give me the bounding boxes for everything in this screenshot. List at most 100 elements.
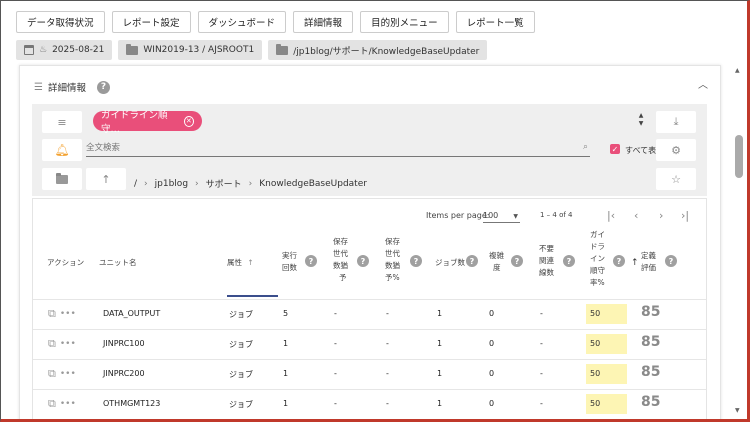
settings-button[interactable]: ⚙ — [656, 139, 696, 161]
col-complexity-header[interactable]: 複雑 度 — [489, 250, 504, 274]
help-icon[interactable]: ? — [511, 255, 523, 267]
help-icon[interactable]: ? — [357, 255, 369, 267]
more-icon[interactable]: ••• — [60, 339, 76, 349]
nav-report-list-button[interactable]: レポート一覧 — [455, 11, 535, 33]
table-row[interactable]: ⧉ ••• JINPRC200 ジョブ 1 - - 1 0 - 50 85 — [33, 359, 706, 389]
more-icon[interactable]: ••• — [60, 369, 76, 379]
col-guideline-header[interactable]: ガイ ドラ イン 順守 率% — [590, 229, 605, 289]
folder-button[interactable] — [42, 168, 82, 190]
cell-complexity: 0 — [489, 369, 495, 378]
col-score-label: 評価 — [641, 263, 656, 272]
col-runs-header[interactable]: 実行 回数 — [282, 250, 297, 274]
page-scrollbar[interactable]: ▲ ▼ — [735, 67, 743, 419]
show-all-checkbox[interactable]: ✓ — [610, 144, 620, 154]
panel-title: 詳細情報 — [47, 83, 86, 94]
help-icon[interactable]: ? — [305, 255, 317, 267]
sort-arrow-icon[interactable]: ↑ — [631, 257, 639, 269]
nav-data-status-button[interactable]: データ取得状況 — [16, 11, 105, 33]
breadcrumb-item[interactable]: サポート — [206, 177, 242, 190]
more-icon[interactable]: ••• — [60, 309, 76, 319]
table-row[interactable]: ⧉ ••• DATA_OUTPUT ジョブ 5 - - 1 0 - 50 85 — [33, 299, 706, 329]
up-button[interactable]: ↑ — [86, 168, 126, 190]
row-actions: ⧉ ••• — [48, 307, 76, 321]
col-jobs-header[interactable]: ジョブ数 — [435, 257, 465, 269]
host-chip-label: WIN2019-13 / AJSROOT1 — [143, 45, 255, 55]
nav-purpose-menu-button[interactable]: 目的別メニュー — [360, 11, 449, 33]
cell-jobs: 1 — [437, 369, 443, 378]
scrollbar-thumb[interactable] — [735, 135, 743, 178]
open-external-icon[interactable]: ⧉ — [48, 367, 56, 381]
col-gens-pct-label: 数猶 — [385, 261, 400, 270]
col-complexity-label: 度 — [493, 263, 501, 272]
help-icon[interactable]: ? — [613, 255, 625, 267]
app-window: データ取得状況 レポート設定 ダッシュボード 詳細情報 目的別メニュー レポート… — [0, 0, 750, 422]
path-chip-label: /jp1blog/サポート/KnowledgeBaseUpdater — [293, 46, 480, 57]
help-icon[interactable]: ? — [96, 80, 110, 94]
items-per-page-label: Items per page: — [426, 211, 490, 220]
scroll-down-icon[interactable]: ▼ — [735, 407, 740, 414]
open-external-icon[interactable]: ⧉ — [48, 307, 56, 321]
more-icon[interactable]: ••• — [60, 399, 76, 409]
search-icon[interactable]: ⌕ — [583, 142, 588, 152]
close-icon[interactable]: ✕ — [183, 115, 194, 127]
items-per-page-select[interactable]: 100 ▼ — [483, 209, 520, 223]
nav-details-button[interactable]: 詳細情報 — [293, 11, 354, 33]
col-unneeded-label: 関連 — [539, 256, 554, 265]
filter-tag[interactable]: ガイドライン順守… ✕ — [93, 110, 202, 135]
scroll-up-icon[interactable]: ▲ — [735, 67, 740, 74]
path-chip[interactable]: /jp1blog/サポート/KnowledgeBaseUpdater — [268, 40, 488, 60]
first-page-icon[interactable]: |‹ — [607, 209, 615, 222]
help-icon[interactable]: ? — [466, 255, 478, 267]
col-unneeded-header[interactable]: 不要 関連 線数 — [539, 243, 554, 279]
next-page-icon[interactable]: › — [659, 209, 663, 222]
open-external-icon[interactable]: ⧉ — [48, 397, 56, 411]
help-icon[interactable]: ? — [665, 255, 677, 267]
col-attr-label: 属性 — [227, 258, 242, 267]
cell-runs: 5 — [283, 309, 289, 318]
cell-attr: ジョブ — [229, 400, 253, 409]
col-unneeded-label: 線数 — [539, 268, 554, 277]
filter-button[interactable]: ≡ — [42, 111, 82, 133]
open-external-icon[interactable]: ⧉ — [48, 337, 56, 351]
nav-dashboard-button[interactable]: ダッシュボード — [197, 11, 287, 33]
favorite-button[interactable]: ☆ — [656, 168, 696, 190]
date-chip[interactable]: ♨ 2025-08-21 — [16, 40, 113, 60]
filter-icon: ≡ — [57, 115, 67, 129]
sort-updown-icon[interactable]: ▲ ▼ — [637, 112, 645, 128]
chevron-right-icon: › — [144, 178, 148, 189]
cell-gens-pct: - — [386, 339, 389, 348]
col-gens-header[interactable]: 保存 世代 数猶 予 — [333, 236, 348, 284]
table-row[interactable]: ⧉ ••• JINPRC100 ジョブ 1 - - 1 0 - 50 85 — [33, 329, 706, 359]
col-gens-pct-label: 保存 — [385, 237, 400, 246]
cell-score: 85 — [641, 394, 661, 410]
col-gens-pct-label: 予% — [385, 273, 400, 282]
col-gens-pct-header[interactable]: 保存 世代 数猶 予% — [385, 236, 400, 284]
cell-unneeded: - — [540, 369, 543, 378]
col-guideline-label: ガイ — [590, 230, 605, 239]
chevron-up-icon[interactable]: ︿ — [698, 76, 708, 91]
breadcrumb-item[interactable]: jp1blog — [155, 179, 188, 189]
help-icon[interactable]: ? — [563, 255, 575, 267]
context-chips: ♨ 2025-08-21 WIN2019-13 / AJSROOT1 /jp1b… — [16, 40, 488, 60]
help-icon[interactable]: ? — [410, 255, 422, 267]
nav-report-settings-button[interactable]: レポート設定 — [111, 11, 191, 33]
breadcrumb-root[interactable]: / — [134, 179, 137, 189]
cell-gens: - — [334, 309, 337, 318]
cell-guideline-rate: 50 — [586, 334, 627, 354]
table-row[interactable]: ⧉ ••• OTHMGMT123 ジョブ 1 - - 1 0 - 50 85 — [33, 389, 706, 419]
row-actions: ⧉ ••• — [48, 367, 76, 381]
cell-unneeded: - — [540, 309, 543, 318]
host-chip[interactable]: WIN2019-13 / AJSROOT1 — [118, 40, 263, 60]
search-input[interactable] — [86, 141, 566, 155]
col-score-header[interactable]: 定義 評価 — [641, 250, 656, 274]
col-complexity-label: 複雑 — [489, 251, 504, 260]
breadcrumb-item[interactable]: KnowledgeBaseUpdater — [259, 179, 367, 189]
col-attr-header[interactable]: 属性 ↑ — [227, 257, 254, 269]
last-page-icon[interactable]: ›| — [681, 209, 689, 222]
col-unit-header[interactable]: ユニット名 — [99, 257, 137, 269]
alert-button[interactable]: 🔔︎ — [42, 139, 82, 161]
prev-page-icon[interactable]: ‹ — [634, 209, 638, 222]
cell-guideline-rate: 50 — [586, 394, 627, 414]
download-button[interactable]: ⤓ — [656, 111, 696, 133]
row-actions: ⧉ ••• — [48, 397, 76, 411]
